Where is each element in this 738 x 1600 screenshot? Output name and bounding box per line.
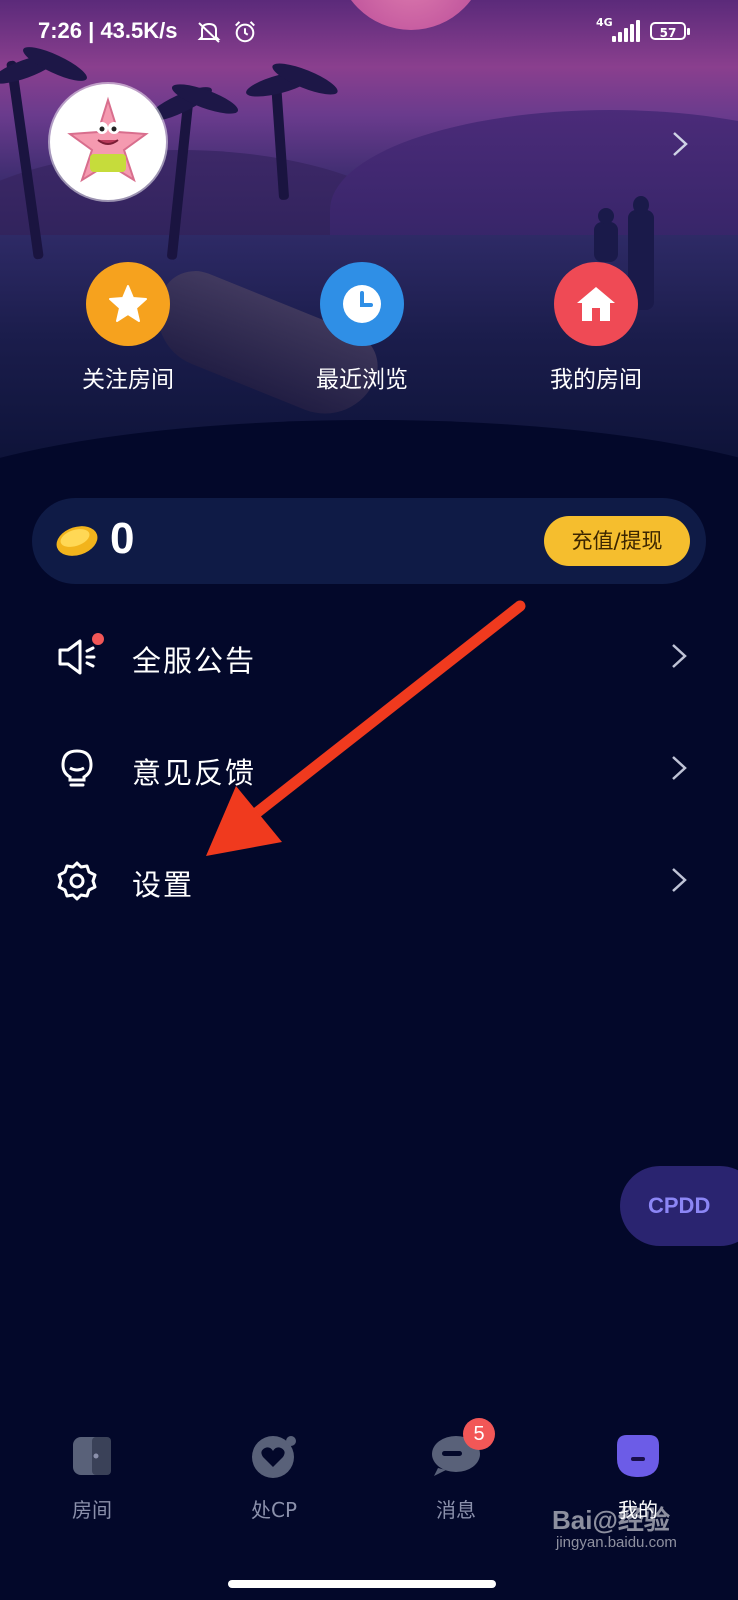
menu-item-label: 意见反馈 [132,756,257,790]
room-icon [73,1437,111,1475]
cpdd-floating-button[interactable]: CPDD [620,1166,738,1246]
chevron-right-icon [672,644,687,668]
alarm-icon [235,21,255,43]
home-indicator[interactable] [228,1580,496,1588]
star-icon [109,285,147,322]
quick-action-followed-rooms[interactable]: 关注房间 [58,262,198,394]
network-type: 4G [596,16,613,29]
quick-action-my-room[interactable]: 我的房间 [526,262,666,394]
recharge-withdraw-button[interactable]: 充值/提现 [544,516,690,566]
chevron-right-icon [672,756,687,780]
tab-label: 消息 [436,1498,476,1522]
quick-action-recent-views[interactable]: 最近浏览 [292,262,432,394]
tab-label: 处CP [250,1498,298,1522]
tab-rooms[interactable]: 房间 [32,1420,152,1523]
quick-action-label: 我的房间 [550,367,642,393]
baidu-watermark: Bai@经验 [552,1505,670,1535]
tab-find-cp[interactable]: 处CP [214,1420,334,1523]
tab-messages[interactable]: 消息 [396,1420,516,1523]
quick-action-label: 关注房间 [82,367,174,393]
patrick-star-avatar-icon [67,96,149,183]
tab-label: 房间 [72,1498,112,1522]
coin-balance: 0 [110,514,135,563]
menu-item-feedback[interactable]: 意见反馈 [0,718,738,818]
chevron-right-icon [672,868,687,892]
lightbulb-icon [61,749,93,787]
speaker-icon [58,639,96,675]
notification-dot [92,633,104,645]
status-bar: 7:26 | 43.5K/s 4G 57 [0,0,738,64]
profile-face-icon [617,1435,659,1477]
gear-icon [57,861,97,901]
status-time: 7:26 | 43.5K/s [38,18,178,43]
heart-icon [252,1436,296,1478]
battery-icon: 57 [650,22,690,40]
clock-icon [343,285,381,323]
menu-item-label: 设置 [132,868,195,902]
menu-item-announcements[interactable]: 全服公告 [0,606,738,706]
baidu-watermark-url: jingyan.baidu.com [556,1534,677,1551]
menu-item-settings[interactable]: 设置 [0,830,738,930]
messages-badge: 5 [463,1418,495,1450]
profile-chevron-right-icon[interactable] [668,130,692,158]
coin-icon [56,526,98,556]
menu-item-label: 全服公告 [132,644,257,678]
house-icon [577,287,615,321]
avatar[interactable] [50,84,166,200]
profile-header-background [0,0,738,480]
muted-bell-icon [197,22,221,43]
wallet-bar: 0 充值/提现 [32,498,706,584]
signal-icon [612,20,640,42]
quick-action-label: 最近浏览 [316,367,408,393]
